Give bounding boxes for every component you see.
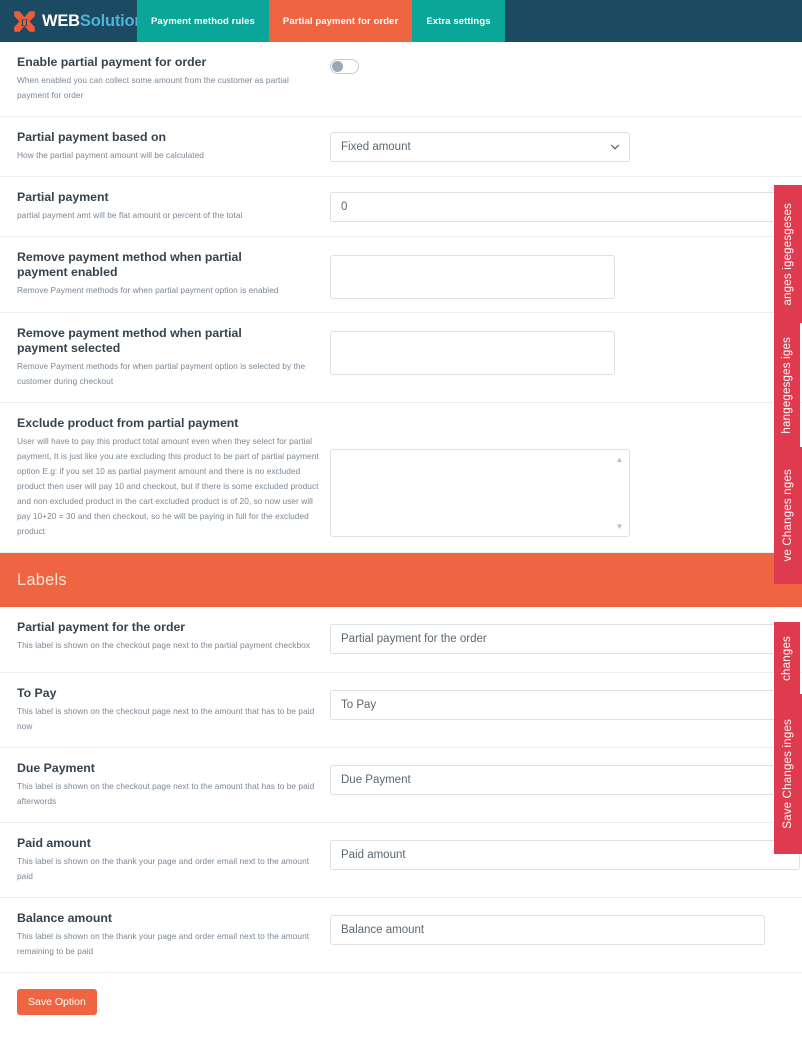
save-changes-tab-label: hangegesges iges <box>781 336 793 434</box>
row-field <box>330 326 802 375</box>
bottom-spacer <box>0 1015 802 1049</box>
row-field <box>330 686 802 720</box>
row-field <box>330 836 802 870</box>
row-title: Exclude product from partial payment <box>17 416 239 430</box>
row-description: How the partial payment amount will be c… <box>17 150 204 160</box>
save-changes-tab-label: Save Changes inges <box>782 719 794 829</box>
toggle-knob <box>332 61 343 72</box>
row-description: This label is shown on the checkout page… <box>17 781 315 806</box>
save-changes-tab-2[interactable]: hangegesges iges <box>774 323 800 447</box>
row-label: Partial payment partial payment amt will… <box>0 190 330 223</box>
setting-row-exclude-product: Exclude product from partial payment Use… <box>0 403 802 553</box>
labels-section-title: Labels <box>17 570 67 589</box>
row-label: Paid amount This label is shown on the t… <box>0 836 330 884</box>
save-changes-tab-label: ve Changes nges <box>782 469 794 562</box>
row-description: This label is shown on the thank your pa… <box>17 856 310 881</box>
label-row-to-pay: To Pay This label is shown on the checko… <box>0 673 802 748</box>
row-label: Enable partial payment for order When en… <box>0 55 330 103</box>
brand-name-light: Solution <box>79 11 145 30</box>
row-description: This label is shown on the checkout page… <box>17 640 311 650</box>
save-option-button[interactable]: Save Option <box>17 989 97 1015</box>
brand-name-bold: WEB <box>42 11 80 30</box>
chevron-down-icon <box>610 142 620 152</box>
row-title: Paid amount <box>17 836 91 850</box>
label-partial-payment-for-the-order-input[interactable] <box>330 624 780 654</box>
row-title: Remove payment method when partial payme… <box>17 326 242 355</box>
row-label: Exclude product from partial payment Use… <box>0 416 330 539</box>
partial-payment-input[interactable] <box>330 192 790 222</box>
save-changes-tab-5[interactable]: Save Changes inges <box>774 694 802 854</box>
row-title: To Pay <box>17 686 57 700</box>
row-field <box>330 620 802 654</box>
row-title: Balance amount <box>17 911 112 925</box>
remove-payment-method-enabled-field[interactable] <box>330 255 615 299</box>
row-field <box>330 250 802 299</box>
label-row-balance-amount: Balance amount This label is shown on th… <box>0 898 802 973</box>
setting-row-partial-payment-based-on: Partial payment based on How the partial… <box>0 117 802 177</box>
label-balance-amount-input[interactable] <box>330 915 765 945</box>
labels-section-header: Labels <box>0 553 802 607</box>
row-title: Partial payment for the order <box>17 620 186 634</box>
save-changes-tab-1[interactable]: anges igegesgeses <box>774 185 802 323</box>
row-description: Remove Payment methods for when partial … <box>17 361 306 386</box>
label-row-partial-payment-for-the-order: Partial payment for the order This label… <box>0 607 802 673</box>
row-description: This label is shown on the thank your pa… <box>17 931 310 956</box>
row-title: Enable partial payment for order <box>17 55 207 69</box>
save-changes-tab-3[interactable]: ve Changes nges <box>774 447 802 584</box>
row-field <box>330 911 802 945</box>
setting-row-remove-payment-method-selected: Remove payment method when partial payme… <box>0 313 802 403</box>
svg-text:π: π <box>21 15 29 29</box>
setting-row-partial-payment: Partial payment partial payment amt will… <box>0 177 802 237</box>
label-paid-amount-input[interactable] <box>330 840 800 870</box>
row-title: Remove payment method when partial payme… <box>17 250 242 279</box>
row-label: Partial payment for the order This label… <box>0 620 330 653</box>
row-title: Partial payment <box>17 190 109 204</box>
brand-logo[interactable]: π WEBSolution <box>0 0 144 42</box>
row-label: Balance amount This label is shown on th… <box>0 911 330 959</box>
row-label: To Pay This label is shown on the checko… <box>0 686 330 734</box>
row-label: Remove payment method when partial payme… <box>0 250 330 298</box>
save-changes-tab-label: anges igegesgeses <box>782 202 794 306</box>
row-description: This label is shown on the checkout page… <box>17 706 315 731</box>
brand-name: WEBSolution <box>42 12 144 31</box>
scroll-down-icon[interactable]: ▼ <box>615 522 624 531</box>
row-description: Remove Payment methods for when partial … <box>17 285 279 295</box>
row-field <box>330 190 802 222</box>
label-due-payment-input[interactable] <box>330 765 780 795</box>
tab-payment-method-rules[interactable]: Payment method rules <box>137 0 269 42</box>
row-field <box>330 761 802 795</box>
setting-row-enable-partial-payment: Enable partial payment for order When en… <box>0 42 802 117</box>
label-row-paid-amount: Paid amount This label is shown on the t… <box>0 823 802 898</box>
row-label: Due Payment This label is shown on the c… <box>0 761 330 809</box>
label-to-pay-input[interactable] <box>330 690 792 720</box>
save-changes-tab-label: changes <box>781 635 793 681</box>
row-description: partial payment amt will be flat amount … <box>17 210 243 220</box>
save-changes-tab-4[interactable]: changes <box>774 622 800 694</box>
scroll-up-icon[interactable]: ▲ <box>615 455 624 464</box>
tab-extra-settings[interactable]: Extra settings <box>412 0 505 42</box>
row-label: Partial payment based on How the partial… <box>0 130 330 163</box>
enable-partial-payment-toggle[interactable] <box>330 59 359 74</box>
remove-payment-method-selected-field[interactable] <box>330 331 615 375</box>
row-description: User will have to pay this product total… <box>17 436 319 536</box>
label-row-due-payment: Due Payment This label is shown on the c… <box>0 748 802 823</box>
row-description: When enabled you can collect some amount… <box>17 75 289 100</box>
row-field <box>330 55 802 79</box>
row-title: Due Payment <box>17 761 95 775</box>
tab-partial-payment-for-order[interactable]: Partial payment for order <box>268 0 413 42</box>
x-pi-logo-icon: π <box>12 9 37 34</box>
settings-page: Enable partial payment for order When en… <box>0 42 802 1049</box>
exclude-product-field[interactable]: ▲ ▼ <box>330 449 630 537</box>
row-title: Partial payment based on <box>17 130 166 144</box>
row-field: Fixed amount <box>330 130 802 162</box>
partial-payment-based-on-select[interactable]: Fixed amount <box>330 132 630 162</box>
row-label: Remove payment method when partial payme… <box>0 326 330 389</box>
select-value: Fixed amount <box>341 141 411 153</box>
row-field: ▲ ▼ <box>330 416 802 537</box>
setting-row-remove-payment-method-enabled: Remove payment method when partial payme… <box>0 237 802 313</box>
top-navigation-bar: π WEBSolution Payment method rules Parti… <box>0 0 802 42</box>
